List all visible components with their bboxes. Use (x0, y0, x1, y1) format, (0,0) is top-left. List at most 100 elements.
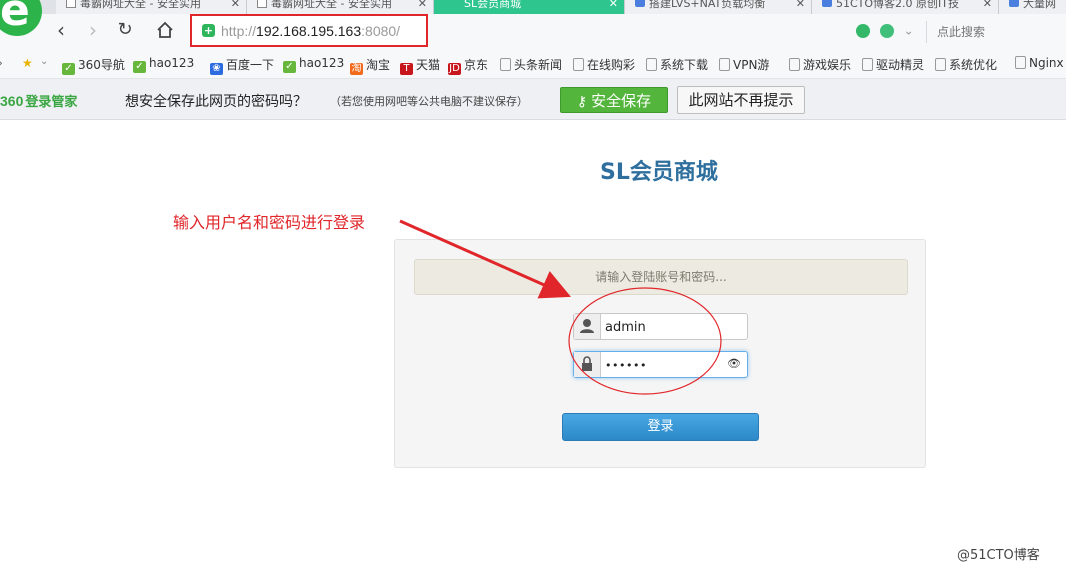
tab-active[interactable]: SL会员商城 ✕ (434, 0, 625, 14)
blog-icon (635, 0, 645, 7)
bookmark-baidu[interactable]: ❀ 百度一下 (210, 56, 274, 75)
tab-4[interactable]: 搭建LVS+NAT负载均衡 ✕ (625, 0, 812, 14)
bookmark-label: VPN游 (733, 58, 770, 72)
tab-title: 搭建LVS+NAT负载均衡 (649, 0, 766, 10)
tab-title: SL会员商城 (464, 0, 522, 10)
bookmark-label: 游戏娱乐 (803, 58, 852, 72)
bookmark-qudong[interactable]: 驱动精灵 (862, 56, 924, 73)
reload-icon: ↻ (117, 19, 133, 40)
leaf-icon[interactable] (879, 23, 894, 38)
bookmark-tmall[interactable]: T 天猫 (400, 56, 440, 75)
close-icon[interactable]: ✕ (418, 0, 427, 10)
bookmark-youxi[interactable]: 游戏娱乐 (789, 56, 851, 73)
page-icon (789, 58, 800, 71)
accelerate-icon[interactable] (856, 23, 870, 38)
forward-button[interactable]: › (80, 17, 106, 43)
bookmark-youhua[interactable]: 系统优化 (935, 56, 997, 73)
bookmark-label: 在线购彩 (587, 58, 636, 72)
login-button[interactable]: 登录 (562, 413, 759, 441)
page-icon (935, 58, 946, 71)
chevron-down-icon[interactable]: ⌄ (40, 56, 48, 67)
never-remind-button[interactable]: 此网站不再提示 (677, 86, 805, 114)
annotation-text: 输入用户名和密码进行登录 (173, 213, 366, 232)
chevron-right-icon: › (89, 18, 97, 42)
close-icon[interactable]: ✕ (609, 0, 618, 10)
url-port: :8080/ (361, 23, 401, 39)
bookmark-hao123-2[interactable]: ✓ hao123 (283, 56, 344, 73)
username-field[interactable] (573, 313, 748, 341)
nav-bar: ‹ › ↻ + http://192.168.195.163:8080/ ⌄ (0, 14, 1066, 48)
reload-button[interactable]: ↻ (112, 17, 138, 43)
blog-icon (822, 0, 832, 7)
bookmark-label: 淘宝 (366, 58, 391, 72)
password-field[interactable]: 👁 (573, 351, 748, 379)
bookmark-360nav[interactable]: ✓ 360导航 (62, 56, 125, 75)
search-input[interactable] (926, 21, 1066, 43)
bookmark-taobao[interactable]: 淘淘宝 (350, 56, 390, 75)
tab-5[interactable]: 51CTO博客2.0 原创IT技 ✕ (812, 0, 999, 14)
bookmark-label: hao123 (149, 56, 195, 70)
close-icon[interactable]: ✕ (796, 0, 805, 10)
url-host: 192.168.195.163 (256, 23, 362, 39)
page-icon (500, 58, 511, 71)
page-icon (1015, 56, 1026, 69)
hao-icon: ✓ (133, 61, 146, 73)
page-icon (719, 58, 730, 71)
close-icon[interactable]: ✕ (231, 0, 240, 10)
login-panel: 请输入登陆账号和密码... 👁 登录 (394, 239, 926, 468)
menu-icon[interactable]: › (0, 56, 3, 70)
bookmark-xitong[interactable]: 系统下载 (646, 56, 708, 73)
logo-text: 登录管家 (25, 94, 78, 109)
login-prompt: 请输入登陆账号和密码... (414, 259, 908, 295)
save-password-note: （若您使用网吧等公共电脑不建议保存） (330, 95, 528, 108)
tab-6[interactable]: 大量网 (999, 0, 1066, 14)
bookmark-toutiao[interactable]: 头条新闻 (500, 56, 562, 73)
star-icon[interactable]: ★ (22, 56, 33, 70)
back-button[interactable]: ‹ (48, 17, 74, 43)
bookmark-label: Nginx (1029, 56, 1064, 70)
bookmark-label: 京东 (464, 58, 489, 72)
toolbar-icons: ⌄ (856, 23, 914, 38)
bookmark-label: 系统下载 (660, 58, 709, 72)
url-scheme: http:// (221, 23, 257, 39)
page-icon (66, 0, 76, 8)
bookmark-label: 驱动精灵 (876, 58, 925, 72)
login-manager-logo: 360 登录管家 (0, 91, 77, 110)
page-icon (646, 58, 657, 71)
close-icon[interactable]: ✕ (983, 0, 992, 10)
show-password-icon[interactable]: 👁 (727, 357, 741, 370)
hao-icon: ✓ (283, 61, 296, 73)
bookmark-nginx[interactable]: Nginx (1015, 56, 1064, 70)
save-password-question: 想安全保存此网页的密码吗？ (125, 94, 307, 110)
bookmark-vpn[interactable]: VPN游 (719, 56, 769, 73)
bookmark-hao123[interactable]: ✓ hao123 (133, 56, 194, 73)
bookmark-label: 头条新闻 (514, 58, 563, 72)
bookmark-label: 360导航 (78, 58, 125, 72)
tmall-icon: T (400, 63, 413, 75)
tab-2[interactable]: 毒霸网址大全 - 安全实用 ✕ (247, 0, 434, 14)
home-button[interactable] (152, 17, 178, 43)
tab-1[interactable]: 毒霸网址大全 - 安全实用 ✕ (56, 0, 247, 14)
address-bar[interactable]: + http://192.168.195.163:8080/ (190, 14, 428, 47)
watermark: @51CTO博客 (957, 548, 1040, 563)
page-icon (862, 58, 873, 71)
bookmark-caipiao[interactable]: 在线购彩 (573, 56, 635, 73)
tab-title: 51CTO博客2.0 原创IT技 (836, 0, 960, 10)
chevron-left-icon: ‹ (57, 18, 65, 42)
bookmark-label: 百度一下 (226, 58, 275, 72)
bookmarks-bar: › ★ ⌄ ✓360导航 ✓hao123 ❀百度一下 ✓hao123 淘淘宝 T… (0, 48, 1066, 79)
home-icon (157, 21, 173, 38)
safe-save-button[interactable]: ⚷ 安全保存 (560, 87, 668, 113)
chevron-down-icon[interactable]: ⌄ (904, 24, 914, 38)
safe-save-label: 安全保存 (591, 92, 652, 110)
key-icon: ⚷ (576, 94, 588, 110)
lock-icon (574, 352, 601, 377)
tab-title: 毒霸网址大全 - 安全实用 (80, 0, 201, 10)
url-text[interactable]: http://192.168.195.163:8080/ (221, 23, 400, 39)
bookmark-jd[interactable]: JD 京东 (448, 56, 488, 75)
taobao-icon: 淘 (350, 63, 363, 75)
password-input[interactable] (601, 352, 727, 379)
username-input[interactable] (601, 314, 727, 341)
page-icon (257, 0, 267, 8)
page-icon (573, 58, 584, 71)
